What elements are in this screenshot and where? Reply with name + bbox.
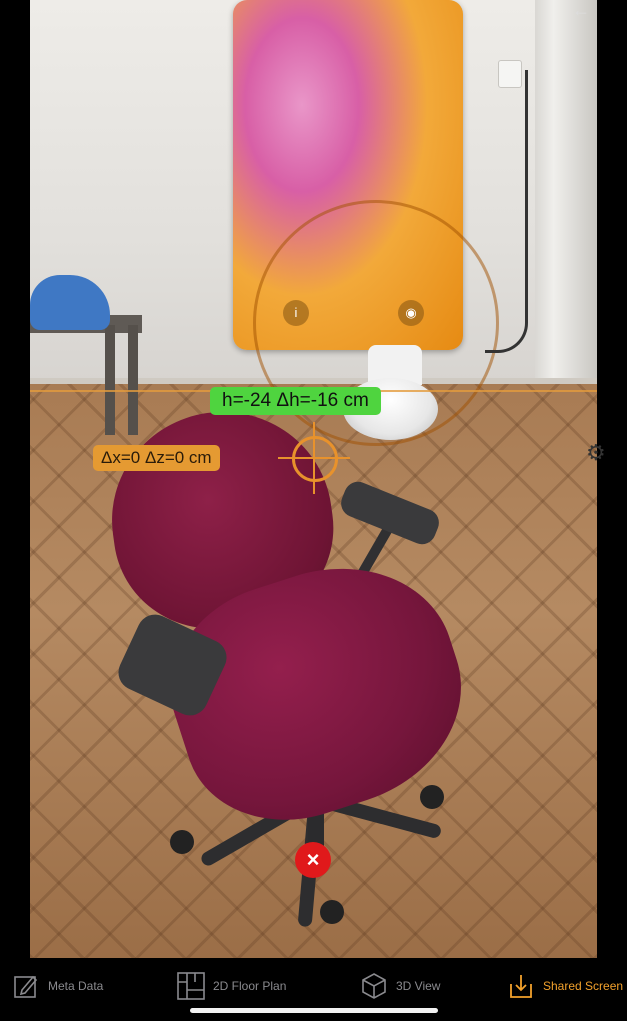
cube-icon (360, 971, 388, 1001)
chair-caster (320, 900, 344, 924)
height-measurement-label: h=-24 Δh=-16 cm (210, 387, 381, 415)
info-icon: i (283, 300, 309, 326)
tab-meta-data[interactable]: Meta Data (12, 968, 103, 1004)
crosshair-vertical (313, 422, 315, 494)
home-indicator[interactable] (190, 1008, 438, 1013)
gear-icon[interactable]: ⚙ (586, 440, 606, 470)
tab-2d-floor-plan[interactable]: 2D Floor Plan (177, 968, 286, 1004)
tab-label: 3D View (396, 979, 441, 993)
pencil-icon (12, 971, 40, 1001)
download-tray-icon (507, 971, 535, 1001)
tab-shared-screen[interactable]: Shared Screen (507, 968, 623, 1004)
side-table-leg (128, 325, 138, 435)
door-frame (535, 0, 597, 395)
offset-measurement-label: Δx=0 Δz=0 cm (93, 445, 220, 471)
remove-object-button[interactable]: × (295, 842, 331, 878)
tab-3d-view[interactable]: 3D View (360, 968, 440, 1004)
side-table-leg (105, 325, 115, 435)
crosshair-ring (292, 436, 338, 482)
ar-camera-view[interactable]: i ◉ h=-24 Δh=-16 cm Δx=0 Δz=0 cm × (30, 0, 597, 958)
tab-label: Meta Data (48, 979, 104, 993)
tab-label: Shared Screen (543, 979, 624, 993)
floor-plan-icon (177, 971, 205, 1001)
wall-poster: i ◉ (233, 0, 499, 446)
power-cable (485, 70, 528, 353)
camera-icon: ◉ (398, 300, 424, 326)
crosshair-icon[interactable] (278, 422, 350, 494)
chair-caster (170, 830, 194, 854)
tab-label: 2D Floor Plan (213, 979, 287, 993)
chair-caster (420, 785, 444, 809)
back-arrow-icon[interactable]: ← (572, 0, 590, 21)
